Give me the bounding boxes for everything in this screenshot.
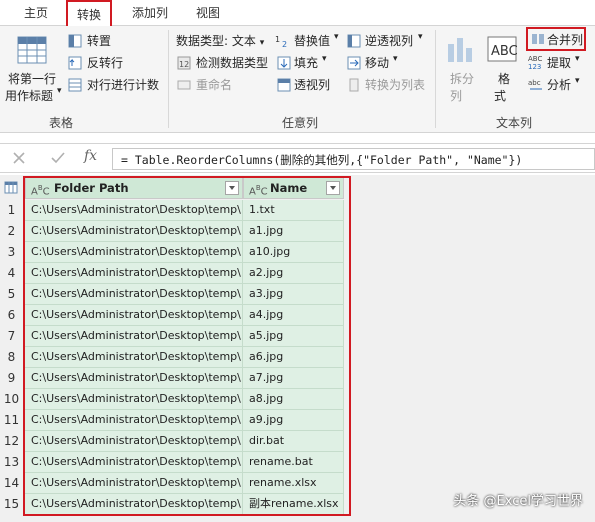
reverse-rows-label: 反转行 (87, 56, 124, 70)
row-number[interactable]: 6 (0, 305, 23, 326)
fill-down-icon (277, 56, 291, 70)
tab-view[interactable]: 视图 (186, 0, 230, 26)
chevron-down-icon: ▾ (575, 54, 580, 64)
row-number[interactable]: 8 (0, 347, 23, 368)
any-column-group-label: 任意列 (282, 116, 319, 130)
merge-columns-button[interactable]: 合并列 (526, 27, 586, 51)
row-number[interactable]: 2 (0, 221, 23, 242)
parse-label: 分析 (547, 78, 572, 92)
chevron-down-icon: ▾ (334, 32, 339, 42)
row-number[interactable]: 9 (0, 368, 23, 389)
tab-home[interactable]: 主页 (14, 0, 58, 26)
tab-transform[interactable]: 转换 (66, 0, 112, 26)
rename-label: 重命名 (196, 78, 233, 92)
split-column-label-2: 列 (450, 89, 463, 103)
detect-data-type-label: 检测数据类型 (196, 56, 269, 70)
row-number[interactable]: 15 (0, 494, 23, 515)
svg-text:abc: abc (528, 79, 541, 87)
tab-add-column[interactable]: 添加列 (122, 0, 178, 26)
row-number[interactable]: 1 (0, 200, 23, 221)
replace-values-icon: 12 (275, 35, 287, 48)
format-label-1: 格 (498, 72, 511, 86)
formula-bar: fx = Table.ReorderColumns(删除的其他列,{"Folde… (0, 143, 595, 173)
row-number[interactable]: 7 (0, 326, 23, 347)
ribbon-tab-bar: 主页 转换 添加列 视图 (0, 0, 595, 26)
unpivot-icon (347, 34, 361, 48)
svg-text:ABC: ABC (491, 44, 517, 59)
move-icon (347, 56, 361, 70)
formula-text: = Table.ReorderColumns(删除的其他列,{"Folder P… (121, 153, 523, 167)
watermark: 头条 @Excel学习世界 (453, 494, 583, 509)
highlight-frame (23, 176, 351, 516)
convert-to-list-label: 转换为列表 (365, 78, 426, 92)
chevron-down-icon: ▾ (322, 54, 327, 64)
split-column-icon (448, 38, 472, 62)
parse-icon: abc (528, 79, 542, 90)
merge-columns-icon (532, 34, 544, 44)
row-number[interactable]: 3 (0, 242, 23, 263)
svg-text:ABC: ABC (528, 55, 542, 63)
row-number[interactable]: 11 (0, 410, 23, 431)
chevron-down-icon: ▾ (57, 86, 62, 96)
formula-input[interactable]: = Table.ReorderColumns(删除的其他列,{"Folder P… (112, 148, 595, 170)
fill-label: 填充 (294, 56, 319, 70)
data-type-label: 数据类型: 文本 (176, 34, 256, 48)
pivot-column-label: 透视列 (294, 78, 331, 92)
format-label-2: 式 (494, 89, 507, 103)
split-column-label-1: 拆分 (450, 72, 475, 86)
extract-icon: ABC123 (528, 55, 542, 70)
row-number[interactable]: 4 (0, 263, 23, 284)
replace-values-label: 替换值 (294, 34, 331, 48)
transpose-icon (68, 34, 82, 48)
text-column-group-label: 文本列 (496, 116, 533, 130)
row-number[interactable]: 14 (0, 473, 23, 494)
svg-text:12: 12 (179, 60, 189, 69)
ribbon: 将第一行 用作标题 ▾ 转置 反转行 对行进行计数 表格 数据类型: 文本 ▾ … (0, 26, 595, 133)
chevron-down-icon: ▾ (575, 76, 580, 86)
move-label: 移动 (365, 56, 390, 70)
close-icon[interactable] (12, 151, 26, 165)
table-headers-icon (17, 36, 47, 64)
row-number[interactable]: 5 (0, 284, 23, 305)
group-divider (435, 30, 436, 128)
check-icon[interactable] (50, 151, 66, 165)
use-first-row-label-2: 用作标题 (5, 89, 54, 103)
svg-text:1: 1 (275, 35, 280, 44)
svg-text:2: 2 (282, 40, 287, 48)
list-icon (349, 78, 359, 92)
chevron-down-icon: ▾ (393, 54, 398, 64)
format-icon: ABC (487, 36, 517, 62)
pivot-icon (277, 78, 291, 92)
detect-type-icon: 12 (177, 56, 191, 70)
count-rows-label: 对行进行计数 (87, 78, 160, 92)
row-number[interactable]: 10 (0, 389, 23, 410)
extract-label: 提取 (547, 56, 572, 70)
data-type-dropdown[interactable]: 数据类型: 文本 ▾ (176, 32, 264, 49)
chevron-down-icon: ▾ (259, 38, 265, 48)
use-first-row-label-1: 将第一行 (8, 72, 57, 86)
row-number[interactable]: 13 (0, 452, 23, 473)
reverse-rows-icon (68, 56, 82, 70)
fx-icon: fx (84, 148, 98, 164)
table-icon (4, 181, 18, 194)
data-grid: ABC Folder Path ABC Name 1 C:\Users\Admin… (0, 175, 595, 522)
row-number[interactable]: 12 (0, 431, 23, 452)
chevron-down-icon: ▾ (418, 32, 423, 42)
group-divider (168, 30, 169, 128)
merge-columns-label: 合并列 (547, 33, 584, 47)
transpose-label: 转置 (87, 34, 112, 48)
svg-text:123: 123 (528, 63, 541, 70)
unpivot-columns-label: 逆透视列 (365, 34, 414, 48)
rename-icon (177, 80, 191, 90)
count-rows-icon (68, 78, 82, 92)
table-menu-button[interactable] (0, 177, 23, 199)
table-group-label: 表格 (49, 116, 74, 130)
